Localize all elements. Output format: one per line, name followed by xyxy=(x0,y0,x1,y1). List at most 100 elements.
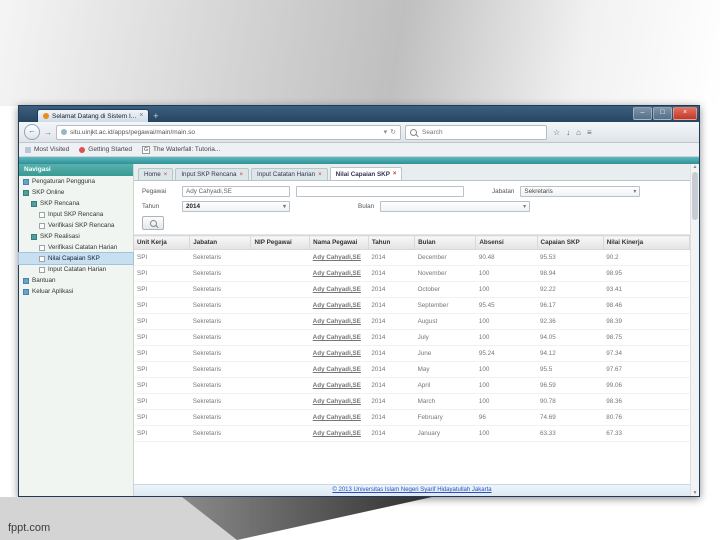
navbar-icons: ☆ ↓ ⌂ ≡ xyxy=(553,128,592,137)
cell-tahun: 2014 xyxy=(368,409,415,426)
slide-top-decoration xyxy=(0,0,720,106)
tab-home[interactable]: Home × xyxy=(138,168,174,180)
browser-tab[interactable]: Selamat Datang di Sistem I... × xyxy=(37,109,150,122)
bookmark-getting-started[interactable]: Getting Started xyxy=(79,146,132,153)
tab-input-skp-rencana[interactable]: Input SKP Rencana × xyxy=(175,168,250,180)
home-icon[interactable]: ⌂ xyxy=(576,128,581,137)
tab-close-icon[interactable]: × xyxy=(164,172,168,178)
cell-nip xyxy=(250,393,310,410)
column-header-nilai-kinerja[interactable]: Nilai Kinerja xyxy=(603,235,691,250)
column-header-absensi[interactable]: Absensi xyxy=(475,235,538,250)
sidebar-item-bantuan[interactable]: Bantuan xyxy=(19,275,133,286)
employee-link[interactable]: Ady Cahyadi,SE xyxy=(309,377,369,394)
sidebar-items: Pengaturan Pengguna SKP Online SKP Rencana… xyxy=(18,176,134,297)
search-button[interactable] xyxy=(142,216,164,230)
employee-link[interactable]: Ady Cahyadi,SE xyxy=(309,329,369,346)
sidebar-item-verifikasi-skp-rencana[interactable]: Verifikasi SKP Rencana xyxy=(19,220,133,231)
employee-link[interactable]: Ady Cahyadi,SE xyxy=(309,297,369,314)
cell-unit: SPI xyxy=(134,265,190,282)
employee-link[interactable]: Ady Cahyadi,SE xyxy=(309,409,369,426)
tab-input-catatan-harian[interactable]: Input Catatan Harian × xyxy=(251,168,328,180)
pegawai-input[interactable] xyxy=(182,186,290,197)
column-header-nip-pegawai[interactable]: NIP Pegawai xyxy=(250,235,311,250)
table-header-row: Unit Kerja Jabatan NIP Pegawai Nama Pegawai… xyxy=(134,235,691,250)
bookmark-label: Getting Started xyxy=(88,146,133,153)
bookmark-most-visited[interactable]: Most Visited xyxy=(25,146,69,153)
close-button[interactable]: × xyxy=(673,107,697,120)
url-dropdown-icon[interactable]: ▾ xyxy=(384,128,388,136)
column-header-jabatan[interactable]: Jabatan xyxy=(189,235,252,250)
scrollbar-thumb[interactable] xyxy=(692,172,698,220)
cell-tahun: 2014 xyxy=(368,345,415,362)
menu-icon[interactable]: ≡ xyxy=(587,128,592,137)
collapse-icon xyxy=(23,189,29,196)
table-row: SPI Sekretaris Ady Cahyadi,SE 2014 February 9… xyxy=(134,409,690,426)
vertical-scrollbar[interactable]: ▲ ▼ xyxy=(690,164,699,496)
bookmark-the-waterfall-tutoria[interactable]: G The Waterfall: Tutoria... xyxy=(142,145,220,154)
sidebar-item-label: Verifikasi Catatan Harian xyxy=(48,244,118,251)
tab-close-icon[interactable]: × xyxy=(318,172,322,178)
jabatan-select[interactable]: Sekretaris ▾ xyxy=(520,186,641,197)
collapse-icon xyxy=(31,233,37,240)
sidebar-item-label: Pengaturan Pengguna xyxy=(32,178,96,185)
cell-unit: SPI xyxy=(134,361,190,378)
cell-capaian: 95.53 xyxy=(537,249,604,266)
tab-close-icon[interactable]: × xyxy=(240,172,244,178)
sidebar-item-skp-realisasi[interactable]: SKP Realisasi xyxy=(19,231,133,242)
tab-close-icon[interactable]: × xyxy=(139,112,143,119)
maximize-button[interactable]: □ xyxy=(653,107,672,120)
sidebar-item-input-skp-rencana[interactable]: Input SKP Rencana xyxy=(19,209,133,220)
cell-nip xyxy=(250,425,310,442)
sidebar-item-input-catatan-harian[interactable]: Input Catatan Harian xyxy=(19,264,133,275)
scroll-up-icon[interactable]: ▲ xyxy=(693,164,698,170)
new-tab-button[interactable]: + xyxy=(153,110,158,122)
employee-link[interactable]: Ady Cahyadi,SE xyxy=(309,425,369,442)
column-header-tahun[interactable]: Tahun xyxy=(368,235,416,250)
column-header-nama-pegawai[interactable]: Nama Pegawai xyxy=(309,235,369,250)
flame-icon xyxy=(79,146,86,153)
cell-absensi: 100 xyxy=(475,281,538,298)
back-button[interactable]: ← xyxy=(24,124,40,140)
table-row: SPI Sekretaris Ady Cahyadi,SE 2014 July 100 94… xyxy=(134,329,690,346)
address-bar[interactable]: situ.uinjkt.ac.id/apps/pegawai/main/main… xyxy=(56,124,401,140)
tahun-select[interactable]: 2014 ▾ xyxy=(182,201,290,212)
tab-nilai-capaian-skp[interactable]: Nilai Capaian SKP × xyxy=(329,167,403,180)
employee-link[interactable]: Ady Cahyadi,SE xyxy=(309,361,369,378)
cell-nilai: 98.39 xyxy=(603,313,690,330)
cell-nip xyxy=(250,361,310,378)
downloads-icon[interactable]: ↓ xyxy=(566,128,570,137)
cell-nilai: 98.75 xyxy=(603,329,690,346)
sidebar-item-pengaturan-pengguna[interactable]: Pengaturan Pengguna xyxy=(19,176,133,187)
browser-search-box[interactable] xyxy=(405,124,547,140)
reload-icon[interactable]: ↻ xyxy=(390,128,396,136)
cell-nilai: 98.46 xyxy=(603,297,690,314)
employee-link[interactable]: Ady Cahyadi,SE xyxy=(309,393,369,410)
sidebar-item-skp-rencana[interactable]: SKP Rencana xyxy=(19,198,133,209)
sidebar-item-skp-online[interactable]: SKP Online xyxy=(19,187,133,198)
cell-unit: SPI xyxy=(134,377,190,394)
scroll-down-icon[interactable]: ▼ xyxy=(693,490,698,496)
bookmark-star-icon[interactable]: ☆ xyxy=(553,128,560,137)
employee-link[interactable]: Ady Cahyadi,SE xyxy=(309,249,369,266)
tab-close-icon[interactable]: × xyxy=(393,171,397,177)
employee-link[interactable]: Ady Cahyadi,SE xyxy=(309,265,369,282)
sidebar-item-nilai-capaian-skp[interactable]: Nilai Capaian SKP xyxy=(18,252,134,265)
employee-link[interactable]: Ady Cahyadi,SE xyxy=(309,345,369,362)
sidebar-item-label: Bantuan xyxy=(32,277,56,284)
column-header-capaian-skp[interactable]: Capaian SKP xyxy=(537,235,604,250)
forward-button[interactable]: → xyxy=(44,128,52,137)
sidebar-item-keluar-aplikasi[interactable]: Keluar Aplikasi xyxy=(19,286,133,297)
cell-jabatan: Sekretaris xyxy=(189,393,251,410)
bulan-select[interactable]: ▾ xyxy=(380,201,531,212)
sidebar-item-verifikasi-catatan-harian[interactable]: Verifikasi Catatan Harian xyxy=(19,242,133,253)
copyright-link[interactable]: © 2013 Universitas Islam Negeri Syarif H… xyxy=(332,487,491,493)
column-header-unit-kerja[interactable]: Unit Kerja xyxy=(134,235,191,250)
column-header-bulan[interactable]: Bulan xyxy=(414,235,477,250)
cell-capaian: 92.22 xyxy=(537,281,604,298)
search-input[interactable] xyxy=(420,127,542,137)
nip-input[interactable] xyxy=(296,186,464,197)
employee-link[interactable]: Ady Cahyadi,SE xyxy=(309,313,369,330)
url-text: situ.uinjkt.ac.id/apps/pegawai/main/main… xyxy=(70,128,196,136)
minimize-button[interactable]: – xyxy=(633,107,652,120)
employee-link[interactable]: Ady Cahyadi,SE xyxy=(309,281,369,298)
